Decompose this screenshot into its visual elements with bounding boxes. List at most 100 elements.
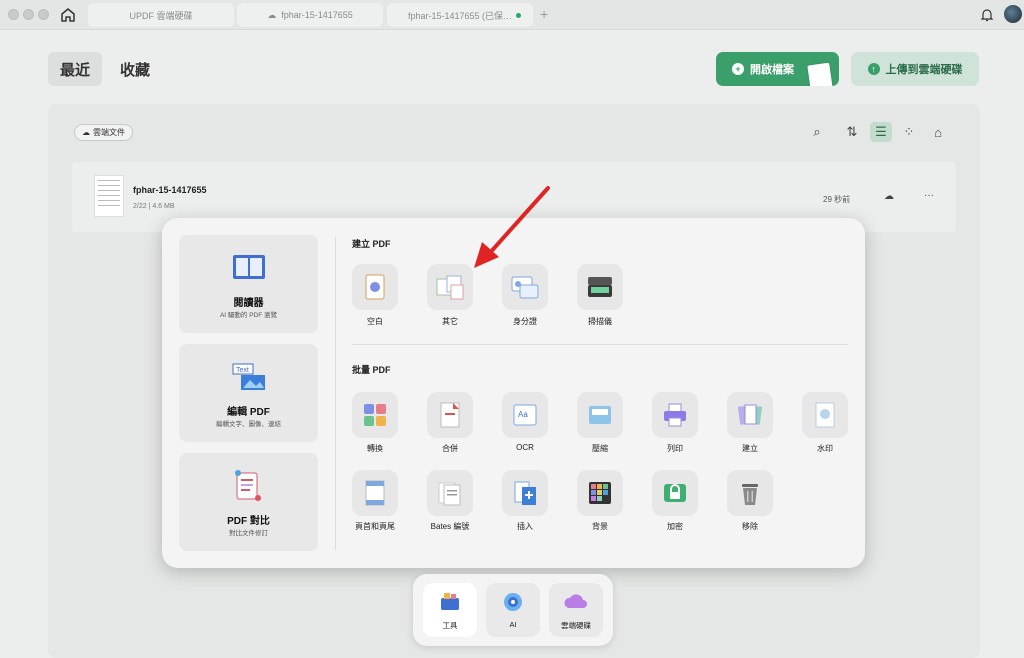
add-tab-button[interactable]: + (540, 6, 548, 22)
cloud-files-chip[interactable]: ☁ 雲端文件 (74, 124, 133, 141)
ai-orb-icon (504, 593, 522, 611)
tab-favorites-label: 收藏 (120, 61, 151, 79)
grid-view-icon[interactable]: ⁘ (898, 122, 920, 142)
batch-convert-button[interactable] (352, 392, 398, 438)
blank-page-icon (365, 274, 385, 300)
archive-icon[interactable]: ⌂ (927, 122, 949, 142)
batch-remove-label: 移除 (742, 522, 758, 531)
divider (352, 344, 848, 345)
batch-convert-label: 轉換 (367, 444, 383, 453)
batch-bates-label: Bates 編號 (430, 522, 470, 531)
tab-cloud-drive[interactable]: UPDF 雲端硬碟 (88, 3, 234, 27)
create-scanner-button[interactable] (577, 264, 623, 310)
compress-icon (589, 406, 611, 424)
create-pages-icon (737, 404, 763, 425)
merge-icon (440, 402, 460, 428)
watermark-icon (815, 402, 835, 428)
cloud-icon (564, 594, 587, 608)
batch-header-footer-button[interactable] (352, 470, 398, 516)
file-meta: 2/22 | 4.6 MB (133, 203, 175, 210)
unsaved-dot-icon (516, 13, 521, 18)
upload-cloud-button[interactable]: ↑ 上傳到雲端硬碟 (851, 52, 979, 86)
bell-icon[interactable] (980, 7, 994, 23)
batch-compress-label: 壓縮 (592, 444, 608, 453)
sort-icon[interactable]: ⇅ (841, 122, 863, 142)
compare-pdf-card[interactable]: PDF 對比 對比文件修訂 (179, 453, 318, 551)
dock-ai-label: AI (509, 620, 517, 629)
cloud-chip-label: 雲端文件 (93, 128, 125, 137)
list-view-icon[interactable]: ☰ (870, 122, 892, 142)
batch-pdf-heading: 批量 PDF (352, 365, 391, 375)
create-scanner-label: 掃描儀 (588, 317, 612, 326)
tab-label: UPDF 雲端硬碟 (129, 10, 193, 21)
dock-tools-label: 工具 (442, 621, 458, 630)
create-id-label: 身分證 (513, 317, 537, 326)
batch-print-button[interactable] (652, 392, 698, 438)
other-files-icon (436, 275, 464, 300)
search-icon[interactable]: ⌕ (806, 122, 828, 142)
toolbox-icon (441, 593, 459, 610)
batch-merge-label: 合併 (442, 444, 458, 453)
reader-title: 閱讀器 (233, 298, 264, 309)
batch-print-label: 列印 (667, 444, 683, 453)
more-options-icon[interactable]: ··· (924, 190, 934, 201)
lock-icon (664, 484, 686, 502)
cloud-icon: ☁ (82, 128, 90, 137)
batch-encrypt-button[interactable] (652, 470, 698, 516)
file-name: fphar-15-1417655 (133, 185, 207, 195)
batch-watermark-button[interactable] (802, 392, 848, 438)
zoom-window-button[interactable] (38, 9, 49, 20)
close-window-button[interactable] (8, 9, 19, 20)
batch-create-button[interactable] (727, 392, 773, 438)
ocr-icon: Aa (513, 404, 537, 426)
trash-icon (742, 484, 758, 505)
batch-background-button[interactable] (577, 470, 623, 516)
cloud-icon: ☁ (267, 9, 277, 20)
create-blank-label: 空白 (367, 317, 383, 326)
create-id-button[interactable] (502, 264, 548, 310)
header-footer-icon (365, 480, 385, 506)
file-thumbnail (94, 175, 124, 217)
title-bar: UPDF 雲端硬碟 ☁ fphar-15-1417655 fphar-15-14… (0, 0, 1024, 30)
tab-favorites[interactable]: 收藏 (108, 52, 162, 86)
insert-icon (514, 481, 536, 505)
create-blank-button[interactable] (352, 264, 398, 310)
avatar[interactable] (1004, 5, 1022, 23)
open-file-button[interactable]: + 開啟檔案 (716, 52, 839, 86)
batch-encrypt-label: 加密 (667, 522, 683, 531)
edit-pdf-card[interactable]: Text 編輯 PDF 編輯文字、圖像、連結 (179, 344, 318, 442)
batch-compress-button[interactable] (577, 392, 623, 438)
file-modified-time: 29 秒前 (823, 195, 851, 204)
reader-card[interactable]: 閱讀器 AI 驅動的 PDF 瀏覽 (179, 235, 318, 333)
printer-icon (664, 403, 686, 427)
divider (335, 237, 336, 550)
book-icon (233, 255, 265, 279)
tab-file-cloud[interactable]: ☁ fphar-15-1417655 (237, 3, 383, 27)
tab-recent-label: 最近 (60, 61, 91, 79)
file-cloud-icon[interactable]: ☁ (884, 191, 894, 202)
bates-number-icon (438, 482, 461, 506)
svg-text:Text: Text (236, 367, 249, 374)
home-icon[interactable] (58, 5, 78, 25)
batch-ocr-button[interactable]: Aa (502, 392, 548, 438)
scanner-icon (588, 277, 612, 297)
plus-icon: + (732, 63, 744, 75)
create-other-button[interactable] (427, 264, 473, 310)
reader-subtitle: AI 驅動的 PDF 瀏覽 (219, 312, 278, 319)
batch-merge-button[interactable] (427, 392, 473, 438)
batch-ocr-label: OCR (516, 443, 534, 452)
tab-recent[interactable]: 最近 (48, 52, 103, 86)
batch-header-footer-label: 頁首和頁尾 (355, 522, 395, 531)
compare-pdf-subtitle: 對比文件修訂 (229, 530, 268, 537)
batch-insert-button[interactable] (502, 470, 548, 516)
edit-text-icon: Text (232, 363, 265, 390)
batch-bates-button[interactable] (427, 470, 473, 516)
background-icon (589, 482, 611, 504)
batch-create-label: 建立 (742, 444, 758, 453)
tab-file-saved[interactable]: fphar-15-1417655 (已保… (387, 3, 533, 27)
edit-pdf-subtitle: 編輯文字、圖像、連結 (216, 421, 281, 428)
minimize-window-button[interactable] (23, 9, 34, 20)
upload-arrow-icon: ↑ (867, 63, 880, 75)
batch-remove-button[interactable] (727, 470, 773, 516)
dock-cloud-label: 雲端硬碟 (561, 621, 591, 630)
